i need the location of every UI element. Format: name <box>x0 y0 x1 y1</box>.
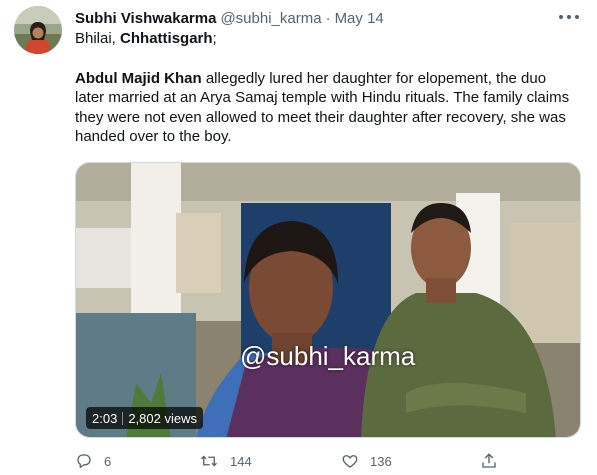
reply-icon <box>77 454 91 469</box>
video-thumbnail <box>76 163 580 437</box>
retweet-button[interactable]: 144 <box>199 452 252 470</box>
retweet-count: 144 <box>230 453 252 469</box>
location-tail: ; <box>212 30 217 47</box>
more-horizontal-icon[interactable] <box>559 9 579 25</box>
location-city: Bhilai, <box>75 30 121 47</box>
display-name[interactable]: Subhi Vishwakarma <box>75 10 216 27</box>
tweet[interactable]: Subhi Vishwakarma @subhi_karma · May 14 … <box>0 0 597 475</box>
video-views: 2,802 views <box>128 410 197 426</box>
share-icon <box>482 453 496 468</box>
tweet-header: Subhi Vishwakarma @subhi_karma · May 14 <box>75 8 557 28</box>
video-duration: 2:03 <box>92 410 118 426</box>
reply-button[interactable]: 6 <box>75 452 111 470</box>
heart-icon <box>342 455 358 468</box>
user-handle[interactable]: @subhi_karma <box>220 10 321 27</box>
reply-count: 6 <box>104 453 112 469</box>
video-stats-badge: 2:03 2,802 views <box>86 407 203 429</box>
share-button[interactable] <box>480 452 509 470</box>
video-watermark: @subhi_karma <box>240 341 416 371</box>
avatar[interactable] <box>14 6 62 54</box>
tweet-location-line: Bhilai, Chhattisgarh; <box>75 29 575 49</box>
tweet-date[interactable]: May 14 <box>335 10 384 27</box>
video-player[interactable]: @subhi_karma 2:03 2,802 views <box>75 162 581 438</box>
tweet-text: Bhilai, Chhattisgarh; Abdul Majid Khan a… <box>75 29 575 147</box>
location-state: Chhattisgarh <box>120 30 213 47</box>
retweet-icon <box>201 455 217 467</box>
like-count: 136 <box>370 453 392 469</box>
tweet-actions: 6 144 136 <box>75 452 515 472</box>
like-button[interactable]: 136 <box>341 452 392 470</box>
tweet-body-bold: Abdul Majid Khan <box>75 69 202 87</box>
header-separator: · <box>325 9 331 27</box>
tweet-body: Abdul Majid Khan allegedly lured her dau… <box>75 69 575 147</box>
